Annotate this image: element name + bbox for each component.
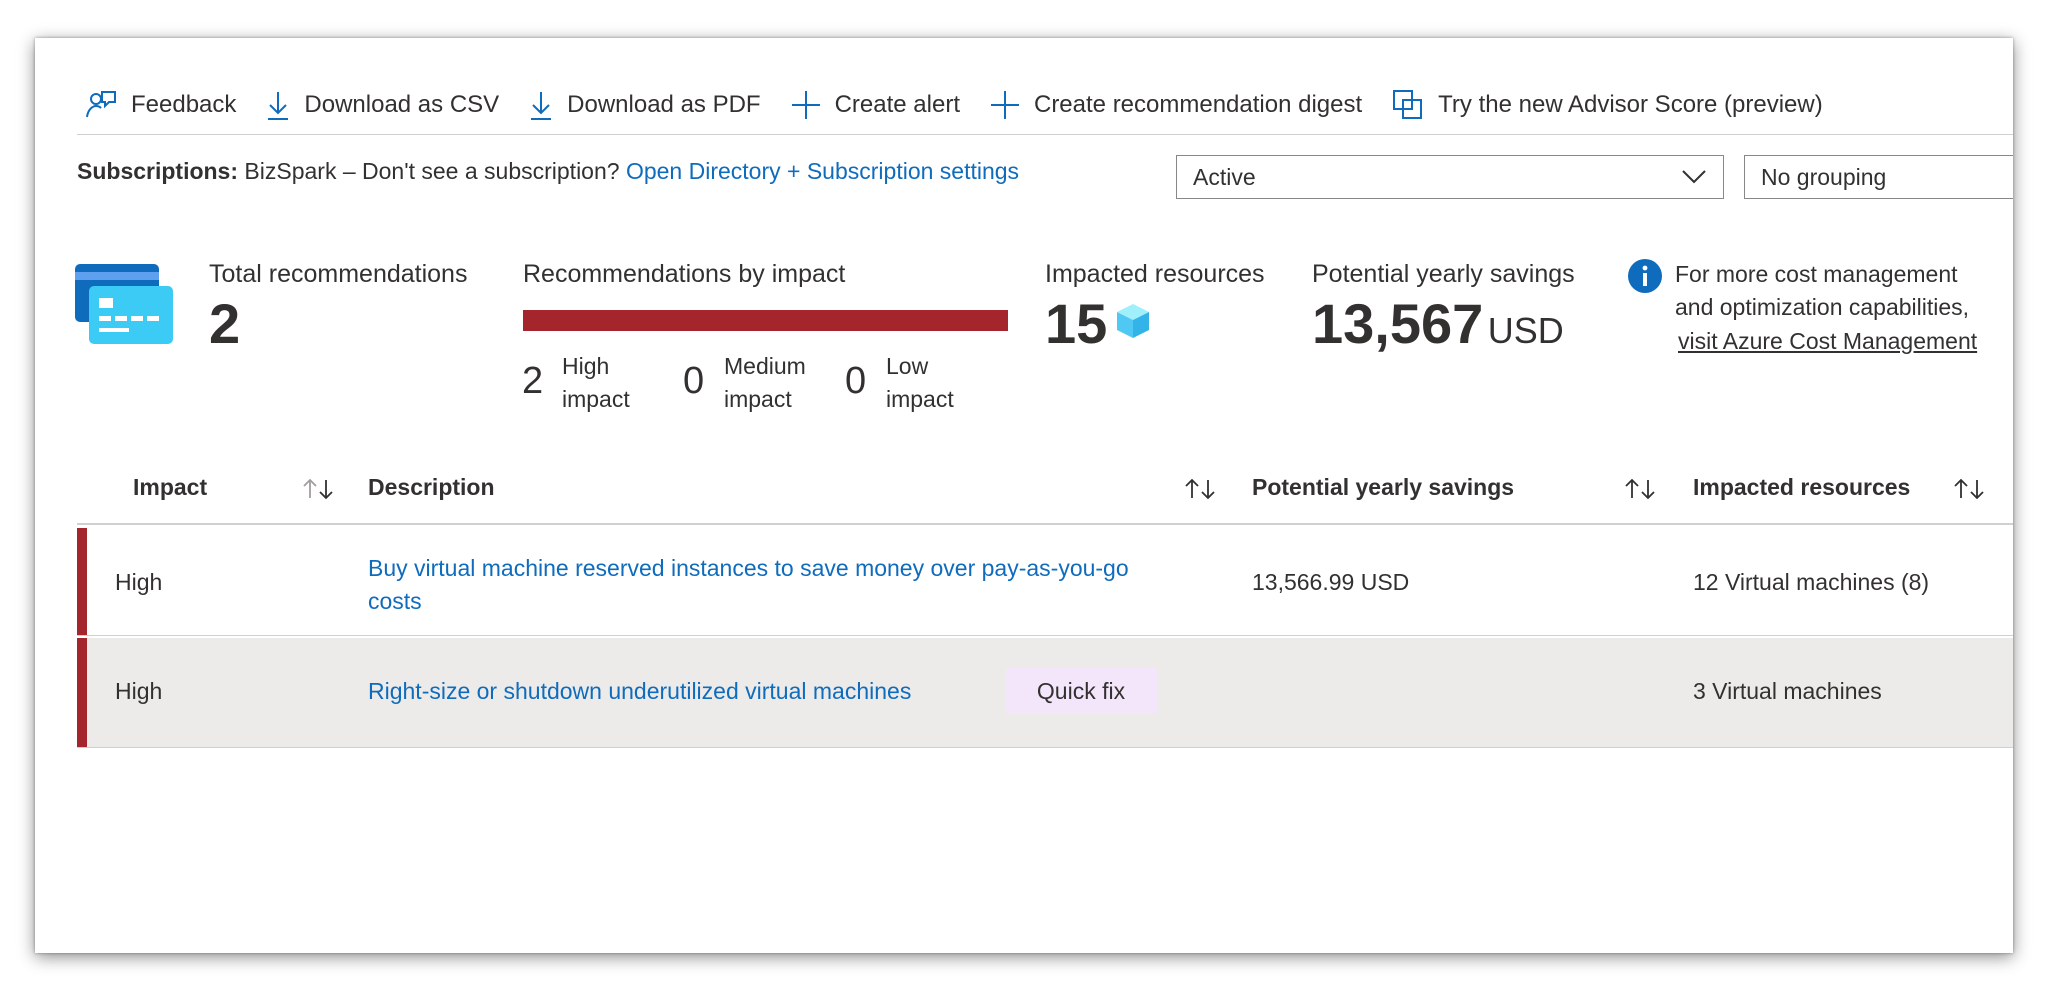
status-dropdown-value: Active bbox=[1193, 163, 1256, 190]
feedback-icon bbox=[86, 91, 116, 118]
impact-indicator-bar bbox=[77, 638, 87, 747]
column-header-impact[interactable]: Impact bbox=[133, 474, 207, 501]
potential-savings-value: 13,567 bbox=[1312, 292, 1484, 355]
column-header-savings[interactable]: Potential yearly savings bbox=[1252, 474, 1514, 501]
total-recommendations-value: 2 bbox=[209, 292, 241, 355]
sort-icon[interactable] bbox=[1952, 476, 1986, 502]
recommendation-link[interactable]: Buy virtual machine reserved instances t… bbox=[368, 555, 1129, 614]
create-digest-label: Create recommendation digest bbox=[1033, 91, 1363, 118]
sort-icon[interactable] bbox=[1183, 476, 1217, 502]
plus-icon bbox=[791, 91, 820, 119]
advisor-score-icon bbox=[1393, 90, 1423, 119]
recommendation-link-line2: costs bbox=[368, 588, 422, 614]
impacted-resources-label: Impacted resources bbox=[1045, 260, 1265, 288]
row-description: Right-size or shutdown underutilized vir… bbox=[368, 678, 911, 705]
potential-savings-amount: 13,567 USD bbox=[1312, 296, 1564, 352]
total-recommendations-label: Total recommendations bbox=[209, 260, 468, 288]
advisor-score-button[interactable]: Try the new Advisor Score (preview) bbox=[1392, 89, 1823, 121]
info-line-2: and optimization capabilities, bbox=[1675, 294, 1970, 320]
resource-cube-icon bbox=[1117, 304, 1149, 338]
info-line-1: For more cost management bbox=[1675, 261, 1958, 287]
low-impact-count: 0 bbox=[845, 360, 867, 402]
impact-indicator-bar bbox=[77, 528, 87, 635]
quick-fix-badge[interactable]: Quick fix bbox=[1005, 668, 1157, 714]
advisor-cost-panel: Feedback Download as CSV Download as PDF… bbox=[35, 38, 2013, 953]
download-csv-label: Download as CSV bbox=[304, 91, 500, 118]
subscriptions-text: BizSpark – Don't see a subscription? bbox=[244, 158, 620, 184]
row-impact: High bbox=[115, 678, 163, 704]
create-digest-button[interactable]: Create recommendation digest bbox=[990, 90, 1362, 120]
feedback-label: Feedback bbox=[131, 91, 237, 118]
recommendation-link-line1: Buy virtual machine reserved instances t… bbox=[368, 555, 1129, 581]
high-impact-label-line1: High bbox=[562, 353, 610, 379]
sort-icon[interactable] bbox=[301, 476, 335, 502]
low-impact-label-line2: impact bbox=[886, 386, 954, 412]
download-icon bbox=[531, 92, 552, 120]
chevron-down-icon bbox=[1682, 170, 1706, 184]
feedback-button[interactable]: Feedback bbox=[85, 89, 236, 121]
column-header-description[interactable]: Description bbox=[368, 474, 495, 501]
medium-impact-label-line2: impact bbox=[724, 386, 792, 412]
by-impact-label: Recommendations by impact bbox=[523, 260, 846, 288]
download-icon bbox=[268, 92, 289, 120]
recommendation-link[interactable]: Right-size or shutdown underutilized vir… bbox=[368, 678, 911, 704]
toolbar-divider bbox=[77, 134, 2013, 135]
create-alert-label: Create alert bbox=[834, 91, 960, 118]
download-pdf-label: Download as PDF bbox=[567, 91, 761, 118]
status-dropdown[interactable]: Active bbox=[1176, 155, 1724, 199]
download-pdf-button[interactable]: Download as PDF bbox=[529, 89, 761, 121]
info-icon bbox=[1628, 259, 1662, 293]
potential-savings-unit: USD bbox=[1487, 310, 1564, 351]
azure-cost-management-link[interactable]: visit Azure Cost Management bbox=[1678, 325, 1977, 358]
row-resources: 3 Virtual machines bbox=[1693, 678, 1882, 704]
medium-impact-count: 0 bbox=[683, 360, 705, 402]
cost-management-info: For more cost management and optimizatio… bbox=[1675, 258, 1969, 324]
table-header-divider bbox=[77, 523, 2013, 525]
impacted-resources-value: 15 bbox=[1045, 292, 1108, 355]
low-impact-label-line1: Low bbox=[886, 353, 929, 379]
high-impact-label: High impact bbox=[562, 350, 630, 416]
cost-card-icon bbox=[75, 264, 173, 344]
high-impact-label-line2: impact bbox=[562, 386, 630, 412]
subscription-info: Subscriptions: BizSpark – Don't see a su… bbox=[77, 158, 1019, 185]
subscriptions-label: Subscriptions: bbox=[77, 158, 239, 184]
row-impact: High bbox=[115, 569, 163, 595]
table-row[interactable]: High Buy virtual machine reserved instan… bbox=[77, 528, 2013, 636]
grouping-dropdown[interactable]: No grouping bbox=[1744, 155, 2013, 199]
high-impact-count: 2 bbox=[522, 360, 544, 402]
sort-icon[interactable] bbox=[1623, 476, 1657, 502]
medium-impact-label: Medium impact bbox=[724, 350, 806, 416]
create-alert-button[interactable]: Create alert bbox=[791, 90, 960, 120]
low-impact-label: Low impact bbox=[886, 350, 954, 416]
row-savings: 13,566.99 USD bbox=[1252, 569, 1410, 595]
potential-savings-label: Potential yearly savings bbox=[1312, 260, 1575, 288]
column-header-resources[interactable]: Impacted resources bbox=[1693, 474, 1910, 501]
row-resources: 12 Virtual machines (8) bbox=[1693, 569, 1930, 595]
table-row-selected[interactable]: High Right-size or shutdown underutilize… bbox=[77, 638, 2013, 748]
impact-bar-high bbox=[523, 310, 1008, 331]
advisor-score-label: Try the new Advisor Score (preview) bbox=[1438, 91, 1823, 118]
subscription-settings-link[interactable]: Open Directory + Subscription settings bbox=[626, 158, 1019, 184]
plus-icon bbox=[990, 91, 1019, 119]
command-bar: Feedback Download as CSV Download as PDF… bbox=[85, 83, 1853, 127]
download-csv-button[interactable]: Download as CSV bbox=[266, 89, 499, 121]
grouping-dropdown-value: No grouping bbox=[1761, 163, 1887, 190]
row-description: Buy virtual machine reserved instances t… bbox=[368, 552, 1129, 618]
medium-impact-label-line1: Medium bbox=[724, 353, 806, 379]
